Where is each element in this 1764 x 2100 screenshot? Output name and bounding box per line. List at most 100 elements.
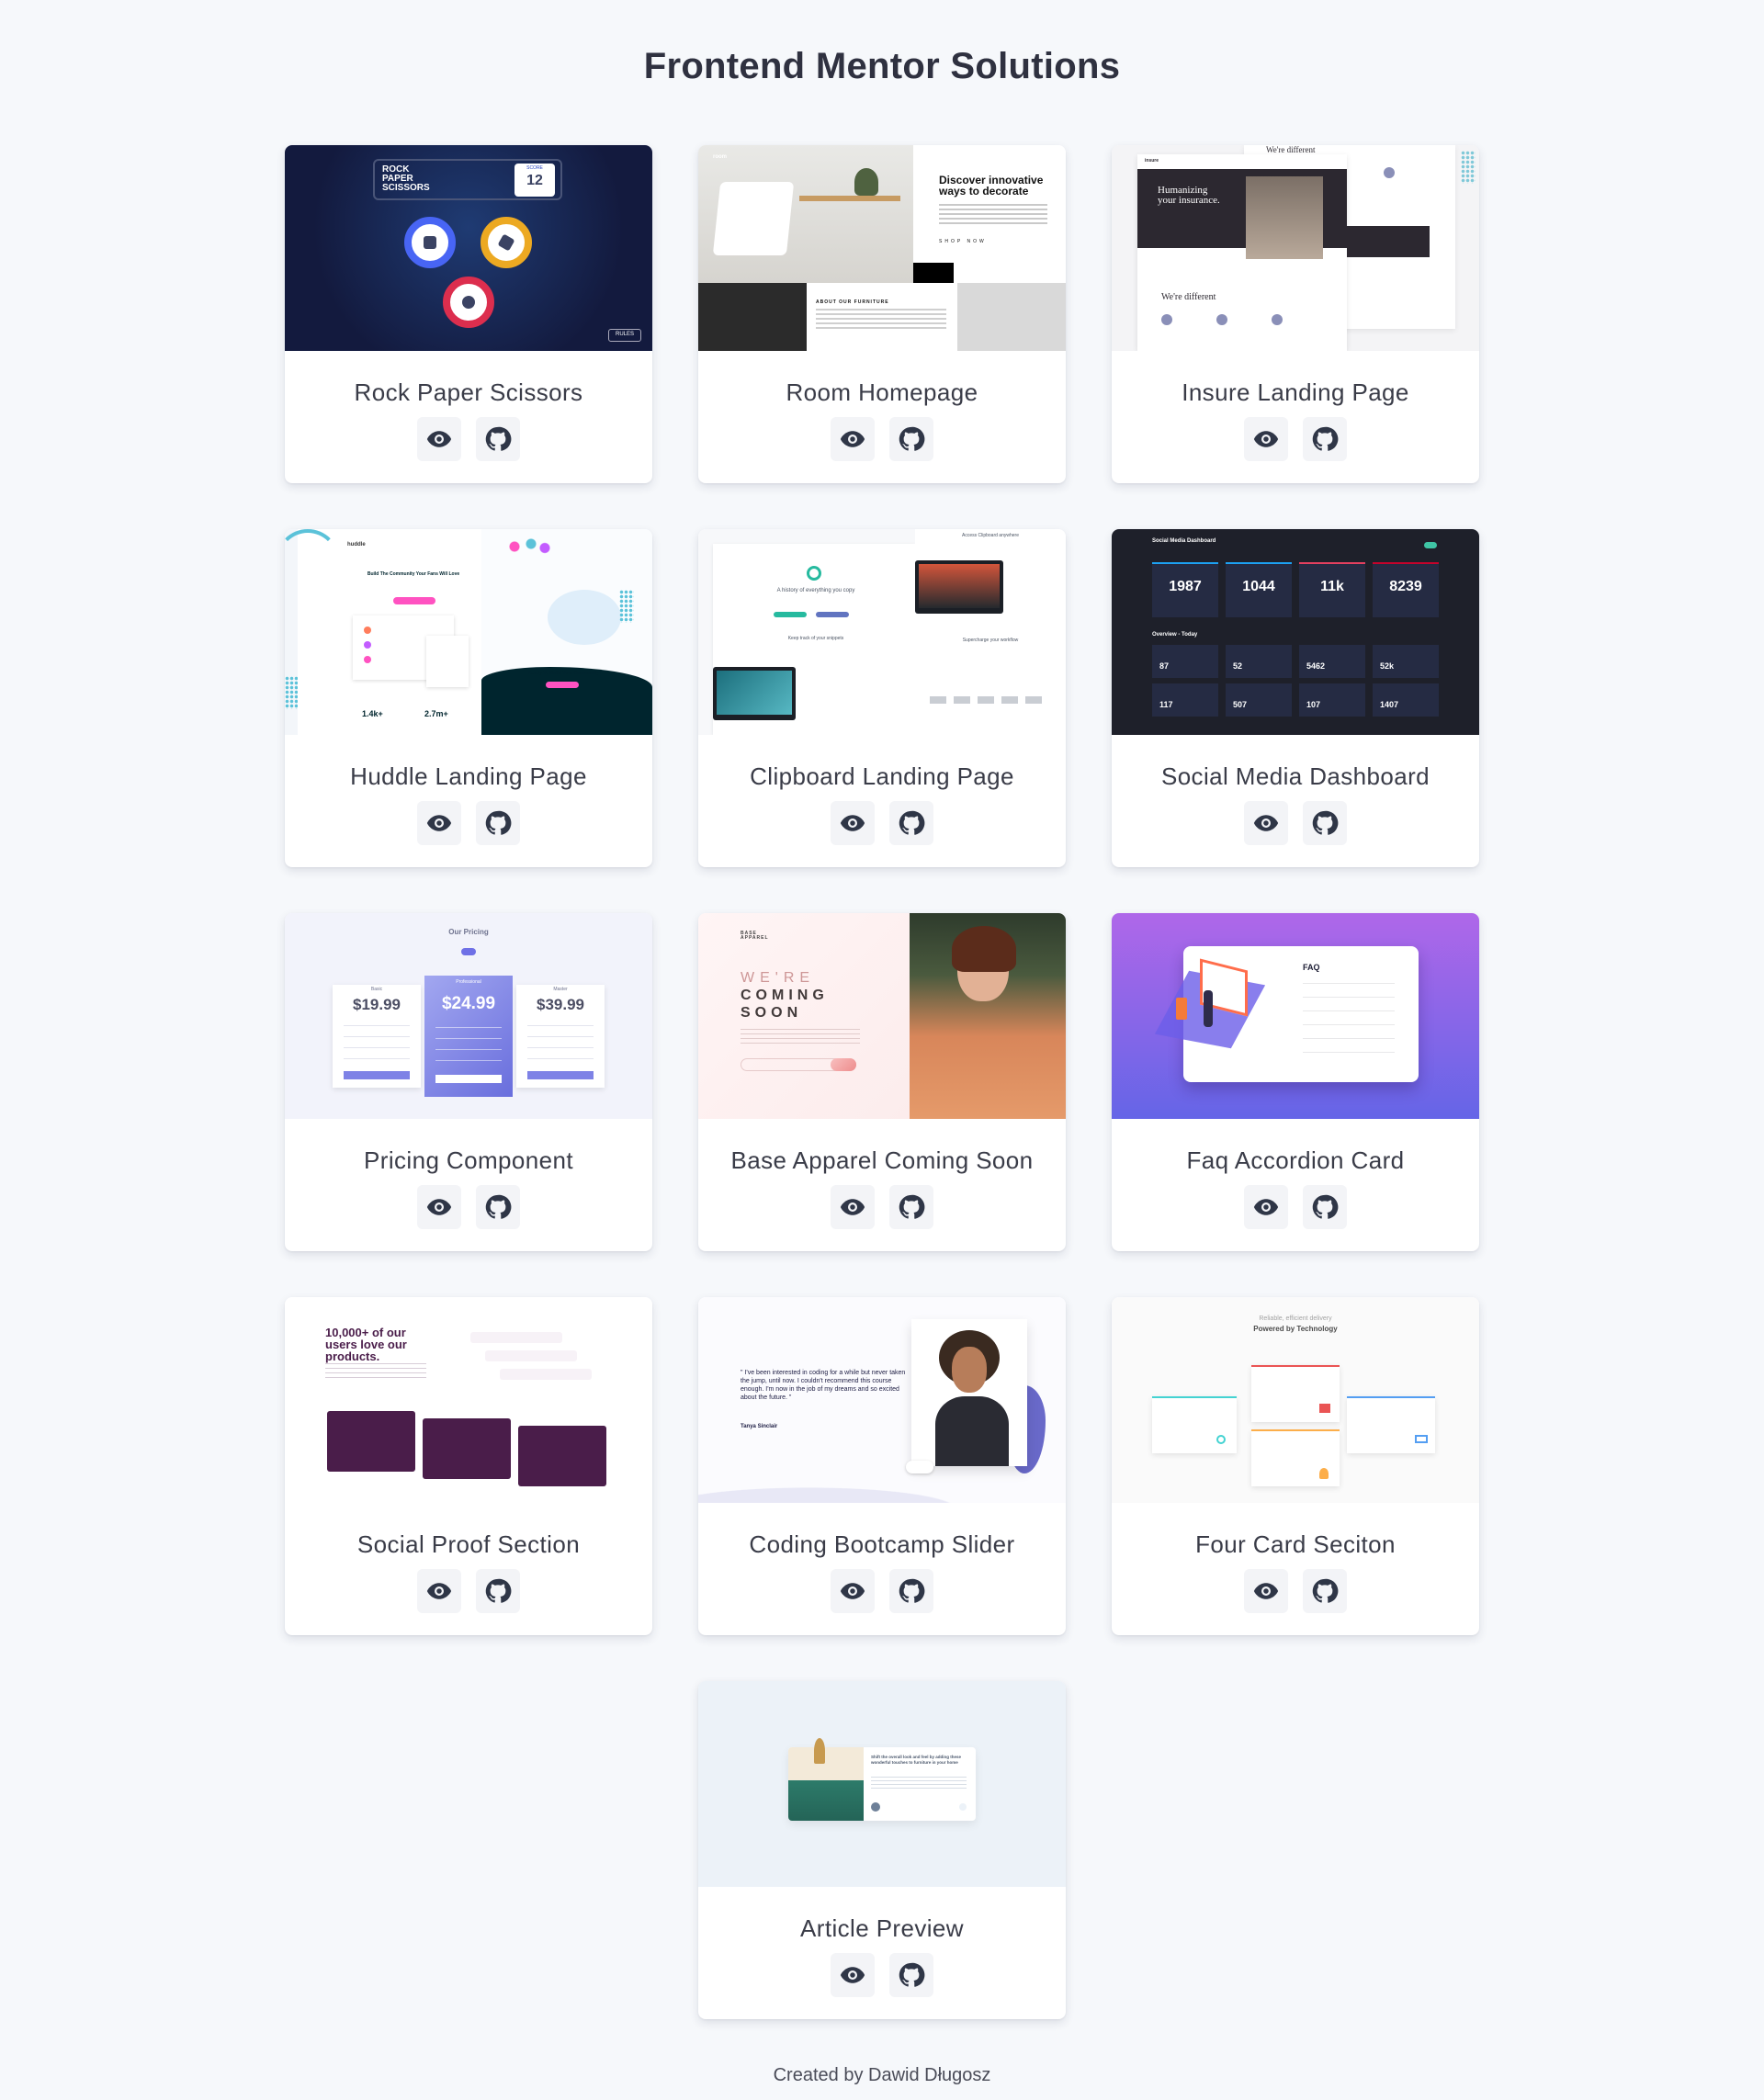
card-title: Social Proof Section xyxy=(356,1530,581,1558)
footer-credit: Created by Dawid Długosz xyxy=(773,2065,991,2085)
github-button[interactable] xyxy=(1303,1569,1347,1613)
github-icon xyxy=(1312,1194,1339,1219)
eye-icon xyxy=(426,431,452,447)
overview-stat: 52k xyxy=(1380,661,1395,671)
live-preview-button[interactable] xyxy=(831,1953,875,1997)
project-thumbnail[interactable]: huddle Build The Community Your Fans Wil… xyxy=(285,529,652,735)
card-title: Pricing Component xyxy=(364,1146,573,1174)
project-thumbnail[interactable]: " I've been interested in coding for a w… xyxy=(698,1297,1066,1503)
eye-icon xyxy=(426,815,452,831)
github-button[interactable] xyxy=(476,801,520,845)
live-preview-button[interactable] xyxy=(417,417,461,461)
card-title: Four Card Seciton xyxy=(1195,1530,1396,1558)
project-card-insure-landing-page: We're different insure Humanizing your i… xyxy=(1112,145,1479,483)
project-thumbnail[interactable]: We're different insure Humanizing your i… xyxy=(1112,145,1479,351)
article-heading: Shift the overall look and feel by addin… xyxy=(871,1755,962,1765)
github-icon xyxy=(1312,426,1339,451)
live-preview-button[interactable] xyxy=(417,801,461,845)
card-title: Room Homepage xyxy=(786,378,978,406)
live-preview-button[interactable] xyxy=(831,1569,875,1613)
overview-stat: 117 xyxy=(1159,700,1173,709)
github-button[interactable] xyxy=(476,1569,520,1613)
card-title: Coding Bootcamp Slider xyxy=(749,1530,1015,1558)
project-card-rock-paper-scissors: ROCK PAPER SCISSORS SCORE 12 RULES Rock … xyxy=(285,145,652,483)
coming-soon-line-1: WE'RE xyxy=(741,970,816,986)
github-icon xyxy=(899,1194,925,1219)
pricing-heading: Our Pricing xyxy=(448,928,489,936)
live-preview-button[interactable] xyxy=(417,1569,461,1613)
huddle-stat-2: 2.7m+ xyxy=(424,709,448,718)
github-button[interactable] xyxy=(889,1185,933,1229)
github-button[interactable] xyxy=(476,1185,520,1229)
github-icon xyxy=(485,1194,512,1219)
followers-instagram: 11k xyxy=(1320,579,1344,594)
card-title: Rock Paper Scissors xyxy=(354,378,583,406)
live-preview-button[interactable] xyxy=(831,1185,875,1229)
bootcamp-author: Tanya Sinclair xyxy=(741,1424,778,1429)
insure-top-heading: We're different xyxy=(1266,145,1316,154)
project-thumbnail[interactable]: ROCK PAPER SCISSORS SCORE 12 RULES xyxy=(285,145,652,351)
followers-youtube: 8239 xyxy=(1389,579,1422,594)
github-button[interactable] xyxy=(1303,417,1347,461)
live-preview-button[interactable] xyxy=(1244,417,1288,461)
huddle-logo: huddle xyxy=(347,542,366,548)
github-button[interactable] xyxy=(889,801,933,845)
live-preview-button[interactable] xyxy=(417,1185,461,1229)
github-button[interactable] xyxy=(1303,1185,1347,1229)
project-thumbnail[interactable]: A history of everything you copy Keep tr… xyxy=(698,529,1066,735)
github-button[interactable] xyxy=(476,417,520,461)
clipboard-top-heading: Access Clipboard anywhere xyxy=(962,533,1019,538)
project-thumbnail[interactable]: Our Pricing Basic Professional Master $1… xyxy=(285,913,652,1119)
clipboard-heading: A history of everything you copy xyxy=(776,588,855,593)
github-icon xyxy=(1312,810,1339,835)
huddle-cta-text: Ready To Build Your Community? xyxy=(527,671,603,676)
project-thumbnail[interactable]: Shift the overall look and feel by addin… xyxy=(698,1681,1066,1887)
github-icon xyxy=(485,810,512,835)
github-button[interactable] xyxy=(889,1569,933,1613)
faq-heading: FAQ xyxy=(1303,963,1320,972)
github-button[interactable] xyxy=(889,417,933,461)
live-preview-button[interactable] xyxy=(831,801,875,845)
github-icon xyxy=(485,1578,512,1603)
live-preview-button[interactable] xyxy=(1244,1185,1288,1229)
project-thumbnail[interactable]: 10,000+ of our users love our products. xyxy=(285,1297,652,1503)
score-label: SCORE xyxy=(526,165,543,171)
live-preview-button[interactable] xyxy=(831,417,875,461)
project-thumbnail[interactable]: Social Media Dashboard 1987 1044 11k 823… xyxy=(1112,529,1479,735)
project-card-clipboard-landing-page: A history of everything you copy Keep tr… xyxy=(698,529,1066,867)
project-card-article-preview: Shift the overall look and feel by addin… xyxy=(698,1681,1066,2019)
card-actions xyxy=(698,1953,1066,1997)
project-card-coding-bootcamp-slider: " I've been interested in coding for a w… xyxy=(698,1297,1066,1635)
about-heading: ABOUT OUR FURNITURE xyxy=(816,299,889,305)
project-card-faq-accordion-card: FAQ Faq Accordion Card xyxy=(1112,913,1479,1251)
room-heading: Discover innovative ways to decorate xyxy=(939,174,1044,198)
eye-icon xyxy=(840,1967,865,1983)
project-card-social-proof-section: 10,000+ of our users love our products. … xyxy=(285,1297,652,1635)
card-actions xyxy=(1112,1569,1479,1613)
project-thumbnail[interactable]: room Discover innovative ways to decorat… xyxy=(698,145,1066,351)
card-actions xyxy=(1112,417,1479,461)
card-title: Faq Accordion Card xyxy=(1186,1146,1405,1174)
project-thumbnail[interactable]: FAQ xyxy=(1112,913,1479,1119)
github-icon xyxy=(899,1578,925,1603)
github-button[interactable] xyxy=(1303,801,1347,845)
card-title: Clipboard Landing Page xyxy=(750,762,1014,790)
insure-logo: insure xyxy=(1145,158,1159,164)
plan-name: Basic xyxy=(370,987,383,992)
project-thumbnail[interactable]: Reliable, efficient delivery Powered by … xyxy=(1112,1297,1479,1503)
coming-soon-line-3: SOON xyxy=(741,1005,803,1021)
plan-name: Master xyxy=(553,987,568,992)
clipboard-sub: Keep track of your snippets xyxy=(787,636,844,641)
eye-icon xyxy=(1253,431,1279,447)
live-preview-button[interactable] xyxy=(1244,801,1288,845)
dashboard-heading: Social Media Dashboard xyxy=(1152,538,1216,544)
live-preview-button[interactable] xyxy=(1244,1569,1288,1613)
project-thumbnail[interactable]: BASE APPAREL WE'RE COMING SOON xyxy=(698,913,1066,1119)
card-actions xyxy=(1112,801,1479,845)
room-logo: room xyxy=(713,154,727,160)
card-actions xyxy=(285,801,652,845)
followers-twitter: 1044 xyxy=(1242,579,1275,594)
plan-price: $24.99 xyxy=(441,994,496,1013)
github-button[interactable] xyxy=(889,1953,933,1997)
github-icon xyxy=(899,426,925,451)
